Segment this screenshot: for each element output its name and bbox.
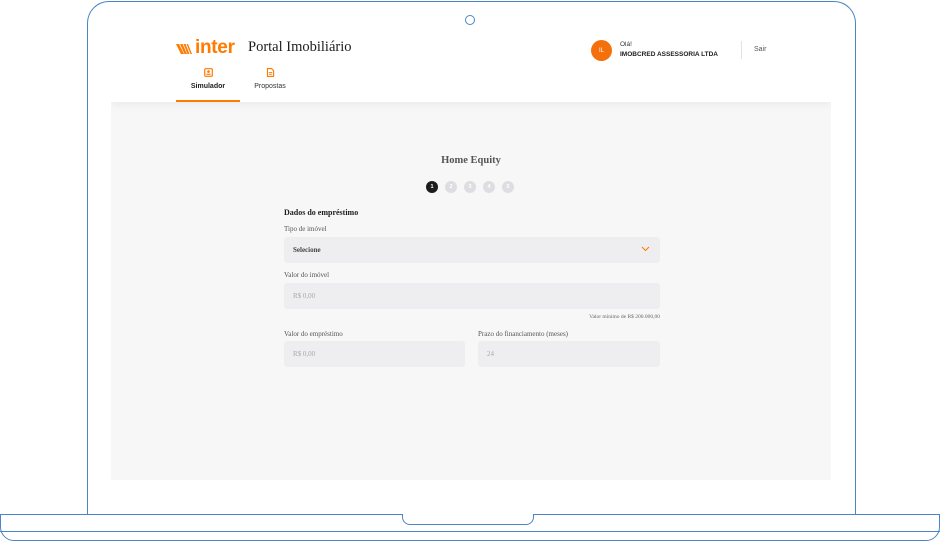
loan-value-placeholder: R$ 0,00 <box>293 350 316 358</box>
inter-logo[interactable]: inter <box>176 37 235 59</box>
active-tab-indicator <box>176 100 240 102</box>
header-divider <box>741 41 742 59</box>
user-avatar[interactable]: IL <box>591 40 612 61</box>
chevron-down-icon <box>641 246 650 252</box>
tab-propostas[interactable]: Propostas <box>249 68 291 102</box>
property-type-value: Selecione <box>293 246 321 254</box>
step-4: 4 <box>483 181 495 193</box>
form-title: Home Equity <box>441 155 501 166</box>
section-title: Dados do empréstimo <box>284 208 359 217</box>
step-3: 3 <box>464 181 476 193</box>
simulator-icon <box>203 68 213 77</box>
app-header: inter Portal Imobiliário IL Olá! IMOBCRE… <box>111 34 831 102</box>
inter-logo-icon <box>176 44 192 54</box>
user-greeting: Olá! <box>620 41 632 48</box>
laptop-base-edge <box>0 531 940 532</box>
tab-simulador[interactable]: Simulador <box>176 68 240 102</box>
term-label: Prazo do financiamento (meses) <box>478 330 568 338</box>
inter-logo-text: inter <box>195 37 235 58</box>
camera-icon <box>465 15 475 25</box>
property-value-input[interactable]: R$ 0,00 <box>284 283 660 309</box>
user-company: IMOBCRED ASSESSORIA LTDA <box>620 51 718 58</box>
tab-simulador-label: Simulador <box>190 83 226 90</box>
step-5: 5 <box>502 181 514 193</box>
term-placeholder: 24 <box>487 350 494 358</box>
step-2: 2 <box>445 181 457 193</box>
laptop-notch <box>402 514 534 525</box>
property-value-label: Valor do imóvel <box>284 271 330 279</box>
logout-button[interactable]: Sair <box>754 46 766 53</box>
portal-title: Portal Imobiliário <box>248 39 352 55</box>
property-type-label: Tipo de imóvel <box>284 225 327 233</box>
tab-propostas-label: Propostas <box>254 83 286 90</box>
property-value-hint: Valor mínimo de R$ 200.000,00 <box>589 314 660 320</box>
property-type-select[interactable]: Selecione <box>284 237 660 263</box>
loan-value-input[interactable]: R$ 0,00 <box>284 341 465 367</box>
step-indicator: 1 2 3 4 5 <box>426 181 521 193</box>
step-1: 1 <box>426 181 438 193</box>
property-value-placeholder: R$ 0,00 <box>293 292 316 300</box>
app-screen: inter Portal Imobiliário IL Olá! IMOBCRE… <box>111 34 831 480</box>
document-icon <box>266 68 274 77</box>
term-input[interactable]: 24 <box>478 341 660 367</box>
loan-value-label: Valor do empréstimo <box>284 330 343 338</box>
